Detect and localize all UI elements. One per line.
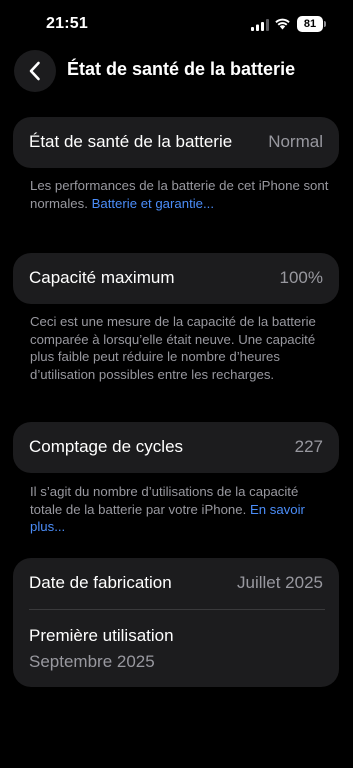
- dates-card: Date de fabrication Juillet 2025 Premièr…: [13, 558, 339, 687]
- back-button[interactable]: [14, 50, 56, 92]
- battery-warranty-link[interactable]: Batterie et garantie...: [92, 196, 214, 211]
- page-title: État de santé de la batterie: [67, 59, 296, 79]
- max-capacity-value: 100%: [279, 268, 323, 287]
- battery-health-screen: 21:51 81 État de santé de la batterie Ét…: [0, 0, 353, 768]
- max-capacity-note: Ceci est une mesure de la capacité de la…: [30, 313, 330, 383]
- cycle-count-value: 227: [294, 437, 323, 456]
- cycle-count-row: Comptage de cycles 227: [29, 437, 323, 457]
- battery-health-label: État de santé de la batterie: [29, 132, 233, 151]
- battery-level: 81: [303, 18, 317, 30]
- manufacture-date-row: Date de fabrication Juillet 2025: [29, 573, 323, 593]
- max-capacity-row: Capacité maximum 100%: [29, 268, 323, 288]
- battery-health-note: Les performances de la batterie de cet i…: [30, 177, 330, 212]
- first-use-label: Première utilisation: [29, 626, 174, 645]
- cellular-signal-icon: [251, 19, 269, 31]
- battery-health-card: État de santé de la batterie Normal: [13, 117, 339, 168]
- max-capacity-card: Capacité maximum 100%: [13, 253, 339, 304]
- battery-tip: [324, 21, 326, 27]
- manufacture-date-label: Date de fabrication: [29, 573, 172, 592]
- battery-health-value: Normal: [268, 132, 323, 151]
- battery-health-row: État de santé de la batterie Normal: [29, 132, 323, 152]
- status-time: 21:51: [46, 15, 88, 32]
- chevron-left-icon: [29, 61, 40, 81]
- battery-icon: 81: [297, 16, 323, 32]
- status-bar: 21:51 81: [0, 0, 353, 48]
- wifi-icon: [275, 18, 290, 30]
- manufacture-date-value: Juillet 2025: [236, 573, 323, 592]
- max-capacity-label: Capacité maximum: [29, 268, 175, 287]
- cycle-count-label: Comptage de cycles: [29, 437, 184, 456]
- max-capacity-note-text: Ceci est une mesure de la capacité de la…: [30, 314, 316, 382]
- first-use-value: Septembre 2025: [29, 652, 155, 671]
- cycle-count-card: Comptage de cycles 227: [13, 422, 339, 473]
- row-divider: [29, 609, 325, 610]
- cycle-count-note: Il s’agit du nombre d’utilisations de la…: [30, 483, 330, 536]
